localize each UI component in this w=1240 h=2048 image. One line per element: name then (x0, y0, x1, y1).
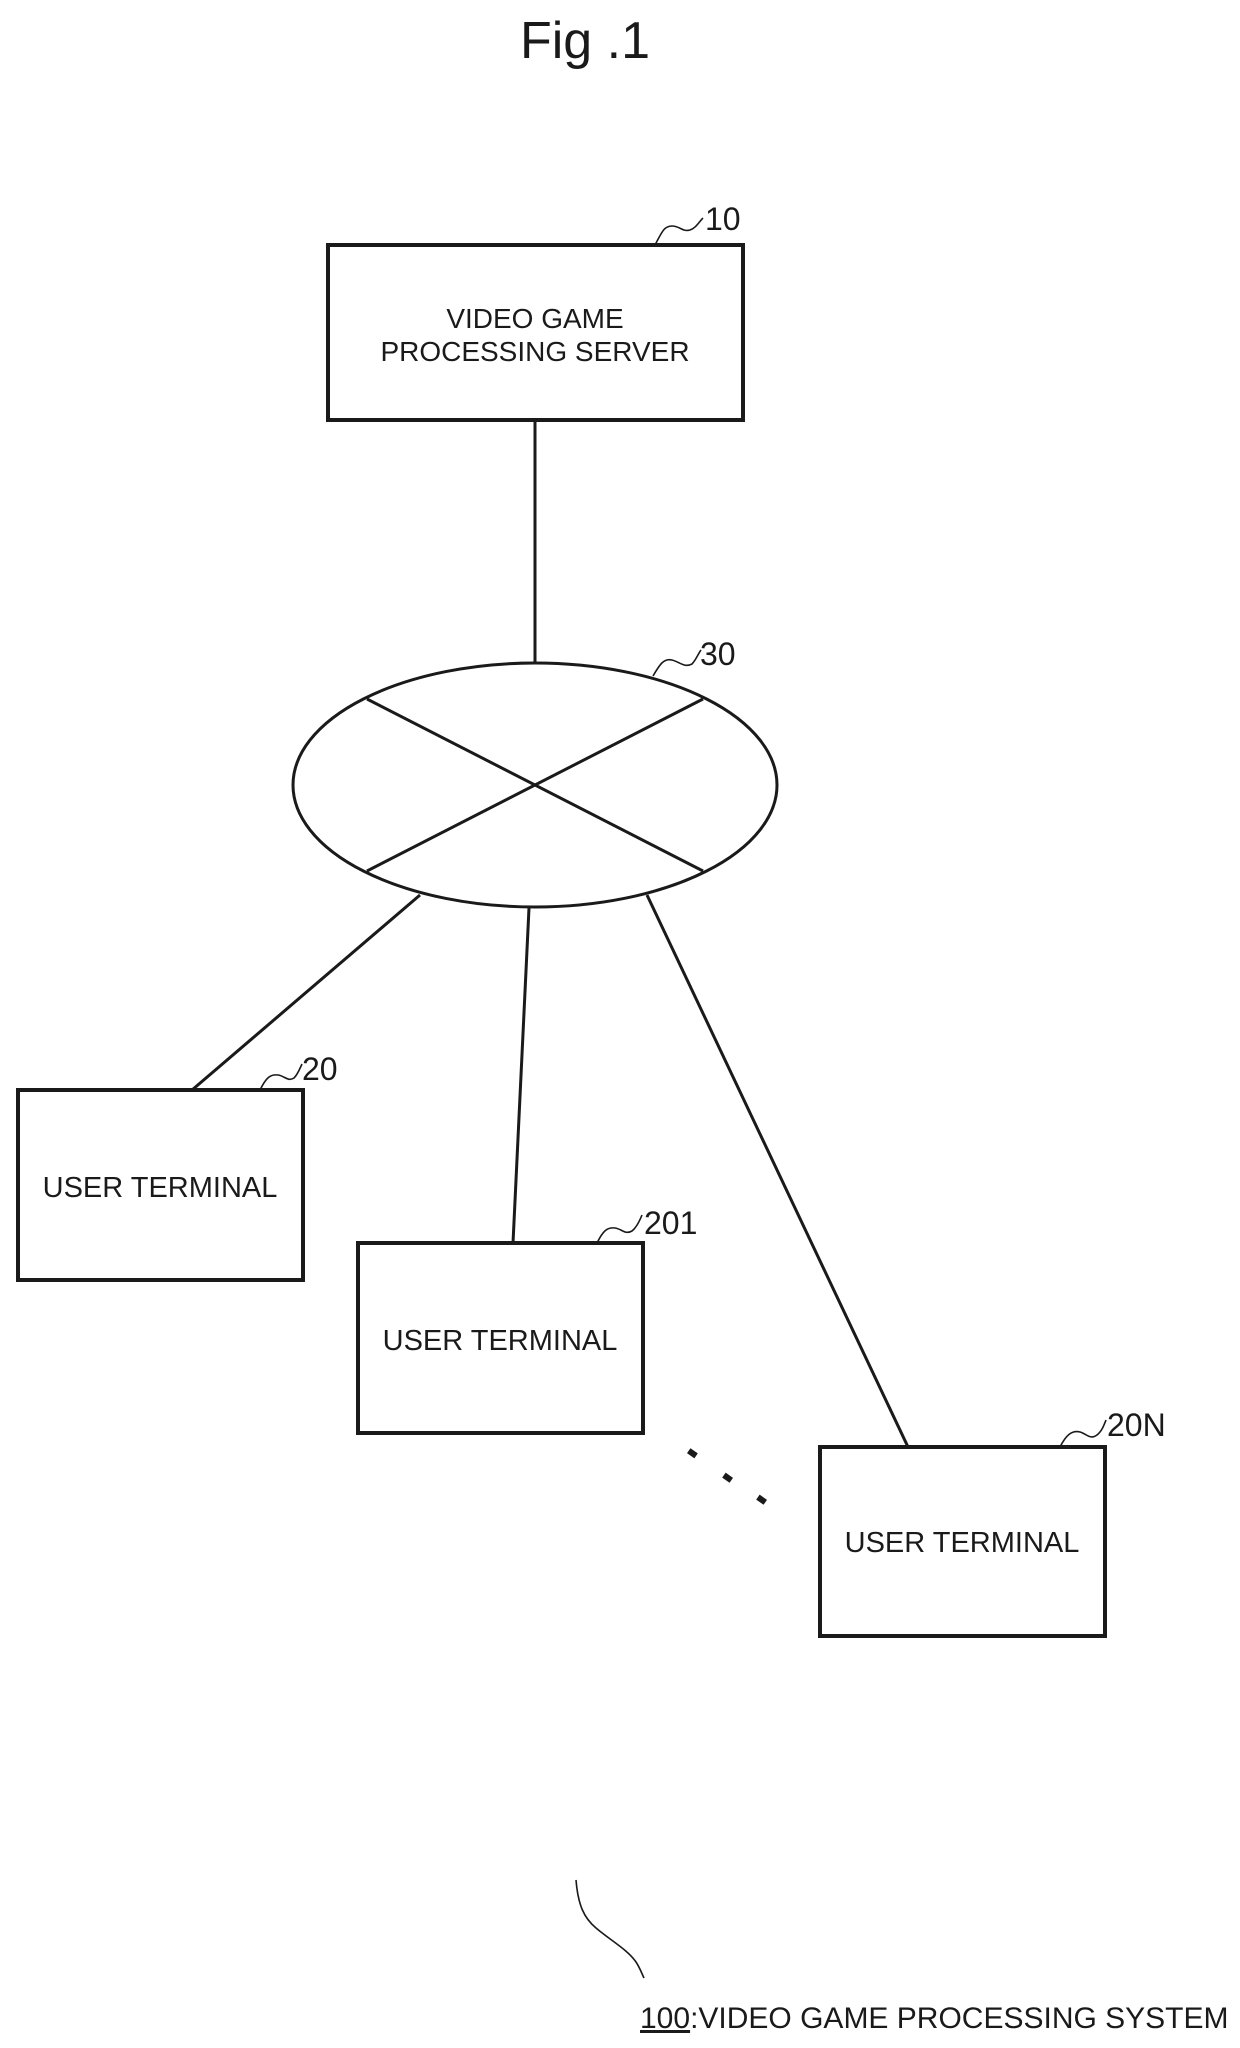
network-terminal-20N-link (645, 894, 910, 1448)
video-game-processing-server: VIDEO GAME PROCESSING SERVER 10 (326, 201, 745, 422)
terminal-201-label: USER TERMINAL (383, 1325, 618, 1357)
terminal-201-ref-leader (596, 1214, 643, 1244)
terminal-20-ref-leader (259, 1063, 303, 1091)
server-ref-leader (654, 217, 704, 246)
terminal-20N-ref-leader (1059, 1419, 1107, 1448)
terminal-201-ref-number: 201 (644, 1205, 697, 1241)
more-terminals-ellipsis (687, 1448, 767, 1505)
figure-title: Fig .1 (520, 12, 650, 70)
user-terminal-201: USER TERMINAL 201 (356, 1205, 697, 1435)
system-ref-number: 100 (640, 2002, 690, 2035)
network: 30 (291, 636, 779, 909)
ellipsis-dot (722, 1472, 733, 1483)
terminal-20N-ref-number: 20N (1107, 1407, 1166, 1443)
ellipsis-dot (756, 1494, 767, 1505)
terminal-20-label: USER TERMINAL (43, 1172, 278, 1204)
system-caption-text: 100:VIDEO GAME PROCESSING SYSTEM (640, 2002, 1229, 2035)
terminal-20N-label: USER TERMINAL (845, 1527, 1080, 1559)
network-ref-number: 30 (700, 636, 736, 672)
server-label-line1: VIDEO GAME (446, 303, 623, 334)
terminal-20-ref-number: 20 (302, 1051, 338, 1087)
server-label-line2: PROCESSING SERVER (380, 336, 689, 367)
system-caption: 100:VIDEO GAME PROCESSING SYSTEM (575, 1879, 1229, 2035)
user-terminal-20N: USER TERMINAL 20N (818, 1407, 1166, 1638)
user-terminal-20: USER TERMINAL 20 (16, 1051, 338, 1282)
network-ref-leader (652, 649, 702, 677)
network-terminal-201-link (511, 907, 531, 1244)
system-ref-separator: : (690, 2002, 698, 2035)
system-label: VIDEO GAME PROCESSING SYSTEM (698, 2002, 1228, 2035)
system-ref-leader (575, 1879, 645, 1979)
server-ref-number: 10 (705, 201, 741, 237)
diagram-canvas: Fig .1 VIDEO GAME PROCESSING SERVER 10 3… (16, 12, 1229, 2035)
ellipsis-dot (687, 1448, 698, 1459)
